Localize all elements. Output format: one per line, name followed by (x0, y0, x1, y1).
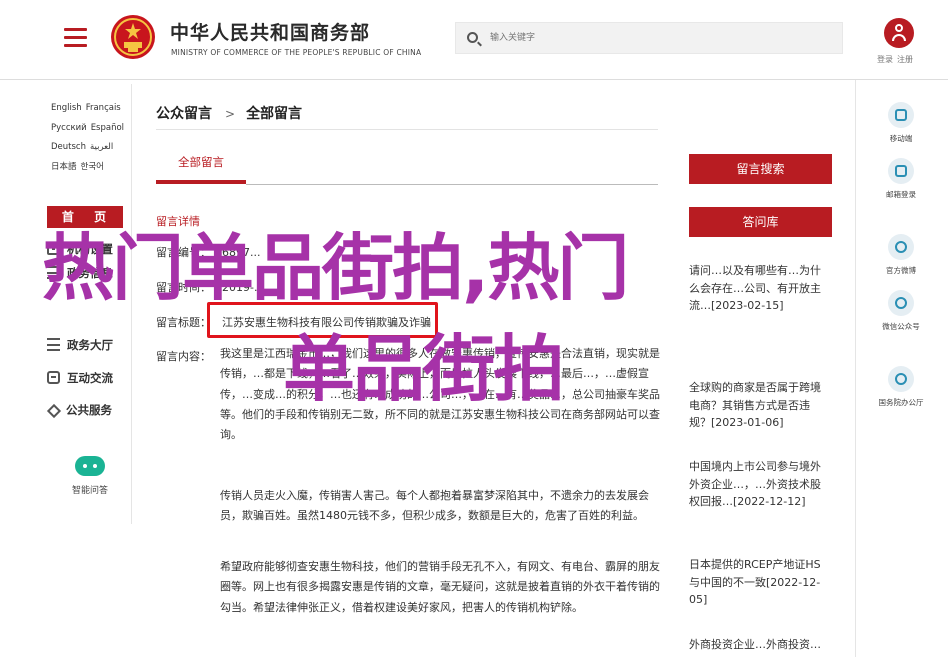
diamond-icon (46, 403, 62, 419)
ministry-name-cn: 中华人民共和国商务部 (170, 22, 371, 44)
lang-german[interactable]: Deutsch (51, 138, 86, 158)
faq-item[interactable]: 全球购的商家是否属于跨境电商？其销售方式是否违规？[2023-01-06] (689, 379, 829, 432)
breadcrumb: 公众留言 > 全部留言 (156, 103, 302, 123)
wechat-link[interactable]: 微信公众号 (866, 290, 936, 332)
nav-item-public-service[interactable]: 公共服务 (46, 402, 112, 422)
lang-french[interactable]: Français (86, 99, 121, 119)
search-input[interactable] (490, 29, 830, 47)
breadcrumb-all-messages[interactable]: 全部留言 (246, 106, 302, 122)
faq-item[interactable]: 外商投资企业…外商投资… (689, 636, 829, 654)
overlay-title-line1: 热门单品街拍,热门 (42, 226, 629, 310)
nav-item-label: 政务大厅 (67, 338, 113, 352)
lang-russian[interactable]: Русский (51, 119, 87, 139)
right-sidebar: 移动端 邮箱登录 官方微博 微信公众号 国务院办公厅 (855, 80, 948, 657)
nav-item-label: 互动交流 (67, 371, 113, 385)
chat-icon (47, 371, 60, 384)
tab-all-messages[interactable]: 全部留言 (156, 154, 246, 170)
login-links: 登录 注册 (877, 54, 917, 65)
faq-item[interactable]: 日本提供的RCEP产地证HS与中国的不一致[2022-12-05] (689, 556, 829, 609)
divider (246, 184, 658, 185)
header: 中华人民共和国商务部 MINISTRY OF COMMERCE OF THE P… (0, 0, 948, 80)
user-icon[interactable] (884, 18, 914, 48)
weibo-link[interactable]: 官方微博 (866, 234, 936, 276)
ministry-name-en: MINISTRY OF COMMERCE OF THE PEOPLE'S REP… (171, 48, 422, 57)
smart-qa-button[interactable]: 智能问答 (67, 456, 113, 496)
faq-item[interactable]: 中国境内上市公司参与境外外资企业…，…外资技术股权回报…[2022-12-12] (689, 458, 829, 511)
smart-qa-label: 智能问答 (71, 486, 108, 496)
nav-item-label: 公共服务 (66, 403, 112, 417)
content-paragraph: 希望政府能够彻查安惠生物科技，他们的营销手段无孔不入，有网文、有电台、霸屏的朋友… (220, 560, 660, 614)
content-label: 留言内容： (156, 350, 211, 363)
at-icon (888, 366, 914, 392)
list-icon (47, 338, 60, 351)
lang-japanese[interactable]: 日本語 (51, 158, 77, 178)
language-list: English Français Русский Español Deutsch ال… (51, 99, 131, 177)
nav-item-gov-hall[interactable]: 政务大厅 (47, 337, 113, 357)
faq-item[interactable]: 请问…以及有哪些有…为什么会存在…公司、有开放主流…[2023-02-15] (689, 262, 829, 315)
mobile-icon (888, 102, 914, 128)
tab-active-indicator (156, 180, 246, 184)
chat-bubble-icon (75, 456, 105, 476)
right-bar-label: 邮箱登录 (886, 190, 916, 199)
lang-arabic[interactable]: العربية (90, 138, 113, 158)
mobile-link[interactable]: 移动端 (866, 102, 936, 144)
message-search-button[interactable]: 留言搜索 (689, 154, 832, 184)
overlay-title-line2: 单品街拍 (283, 327, 565, 411)
national-emblem-icon (111, 15, 155, 59)
home-button[interactable]: 首 页 (47, 206, 123, 228)
faq-button[interactable]: 答问库 (689, 207, 832, 237)
menu-icon[interactable] (64, 28, 87, 47)
lang-spanish[interactable]: Español (91, 119, 124, 139)
lang-korean[interactable]: 한국어 (81, 158, 104, 178)
divider (156, 129, 658, 130)
search-box[interactable] (455, 22, 843, 54)
weibo-icon (888, 234, 914, 260)
nav-item-interaction[interactable]: 互动交流 (47, 370, 113, 390)
right-bar-label: 移动端 (889, 134, 913, 143)
chevron-right-icon: > (225, 107, 236, 121)
lang-english[interactable]: English (51, 99, 82, 119)
right-bar-label: 官方微博 (886, 266, 916, 275)
right-bar-label: 微信公众号 (882, 322, 920, 331)
mail-link[interactable]: 邮箱登录 (866, 158, 936, 200)
state-council-link[interactable]: 国务院办公厅 (866, 366, 936, 408)
mail-icon (888, 158, 914, 184)
login-link[interactable]: 登录 (877, 55, 893, 64)
right-bar-label: 国务院办公厅 (878, 398, 924, 407)
breadcrumb-public-messages[interactable]: 公众留言 (156, 106, 212, 122)
register-link[interactable]: 注册 (897, 55, 913, 64)
wechat-icon (888, 290, 914, 316)
content-paragraph: 传销人员走火入魔，传销害人害己。每个人都抱着暴富梦深陷其中，不遗余力的去发展会员… (220, 489, 649, 523)
search-icon[interactable] (467, 32, 478, 43)
